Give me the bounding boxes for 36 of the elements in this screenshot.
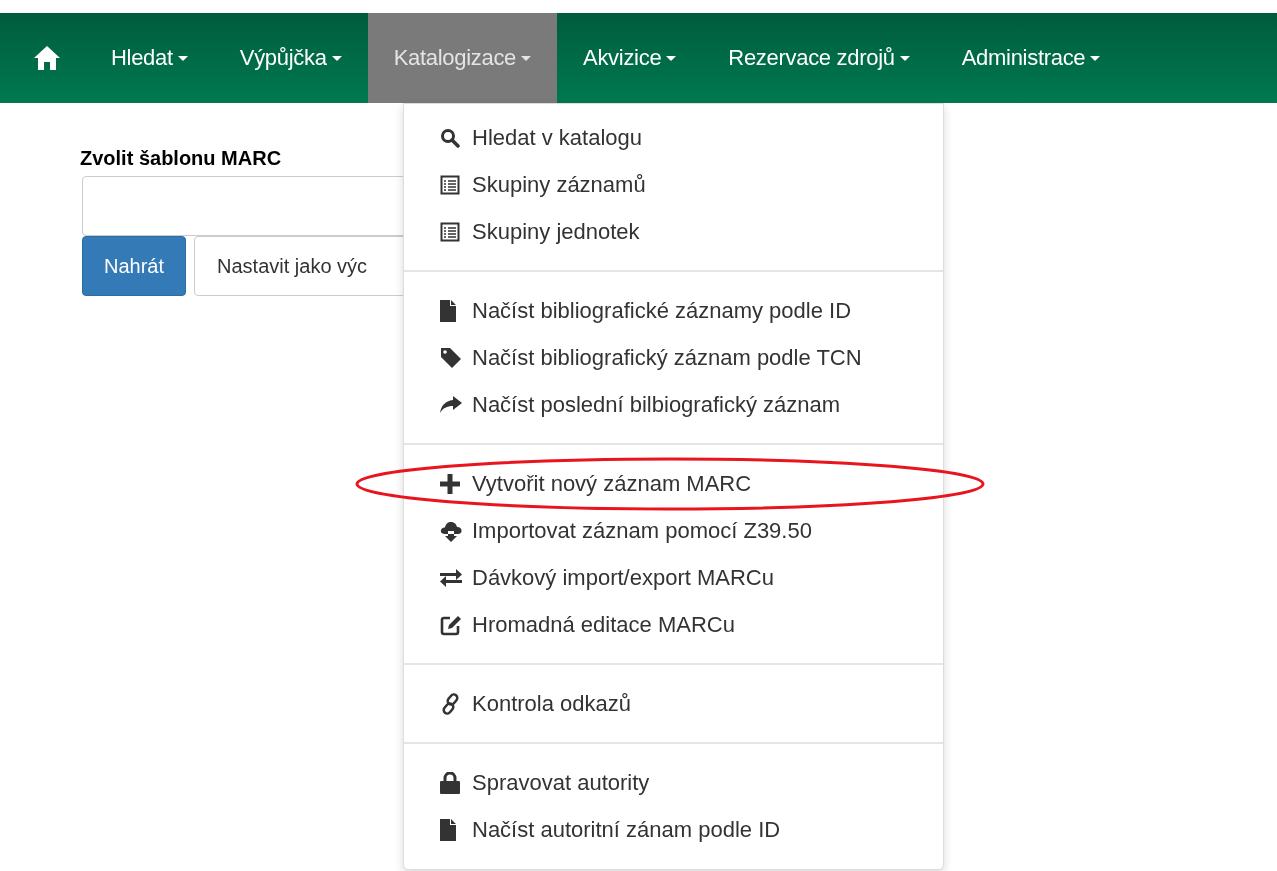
caret-icon xyxy=(331,55,342,61)
menu-item[interactable]: Hromadná editace MARCu xyxy=(404,601,943,648)
menu-item[interactable]: Skupiny záznamů xyxy=(404,161,943,208)
tag-icon xyxy=(440,346,462,369)
nav-menu-link[interactable]: Výpůjčka xyxy=(213,13,368,103)
menu-item[interactable]: Importovat záznam pomocí Z39.50 xyxy=(404,507,943,554)
menu-item[interactable]: Kontrola odkazů xyxy=(404,680,943,727)
menu-item[interactable]: Načíst poslední bilbiografický záznam xyxy=(404,381,943,428)
nav-menu-link[interactable]: Rezervace zdrojů xyxy=(702,13,936,103)
load-button[interactable]: Nahrát xyxy=(82,236,187,296)
file-icon xyxy=(440,818,456,841)
menu-item[interactable]: Načíst bibliografický záznam podle TCN xyxy=(404,334,943,381)
field-label: Zvolit šablonu MARC xyxy=(80,147,283,170)
search-icon xyxy=(440,127,460,148)
lock-icon xyxy=(440,771,460,794)
cloud-download-icon xyxy=(440,519,462,542)
caret-icon xyxy=(177,55,188,61)
caret-icon xyxy=(666,55,677,61)
menu-item[interactable]: Dávkový import/export MARCu xyxy=(404,554,943,601)
edit-icon xyxy=(440,613,462,636)
share-arrow-icon xyxy=(440,395,462,414)
caret-icon xyxy=(1090,55,1101,61)
home-icon xyxy=(33,45,61,71)
nav-menu-link[interactable]: Hledat xyxy=(85,13,214,103)
plus-icon xyxy=(440,473,460,494)
transfer-arrows-icon xyxy=(440,568,462,587)
menu-item[interactable]: Spravovat autority xyxy=(404,759,943,806)
caret-icon xyxy=(899,55,910,61)
menu-item[interactable]: Hledat v katalogu xyxy=(404,114,943,161)
list-icon xyxy=(440,174,460,195)
menu-item[interactable]: Načíst autoritní zánam podle ID xyxy=(404,806,943,853)
nav-menu-link[interactable]: Administrace xyxy=(935,13,1127,103)
file-icon xyxy=(440,299,456,322)
list-icon xyxy=(440,221,460,242)
nav-menu-link[interactable]: Akvizice xyxy=(557,13,703,103)
caret-icon xyxy=(521,55,532,61)
